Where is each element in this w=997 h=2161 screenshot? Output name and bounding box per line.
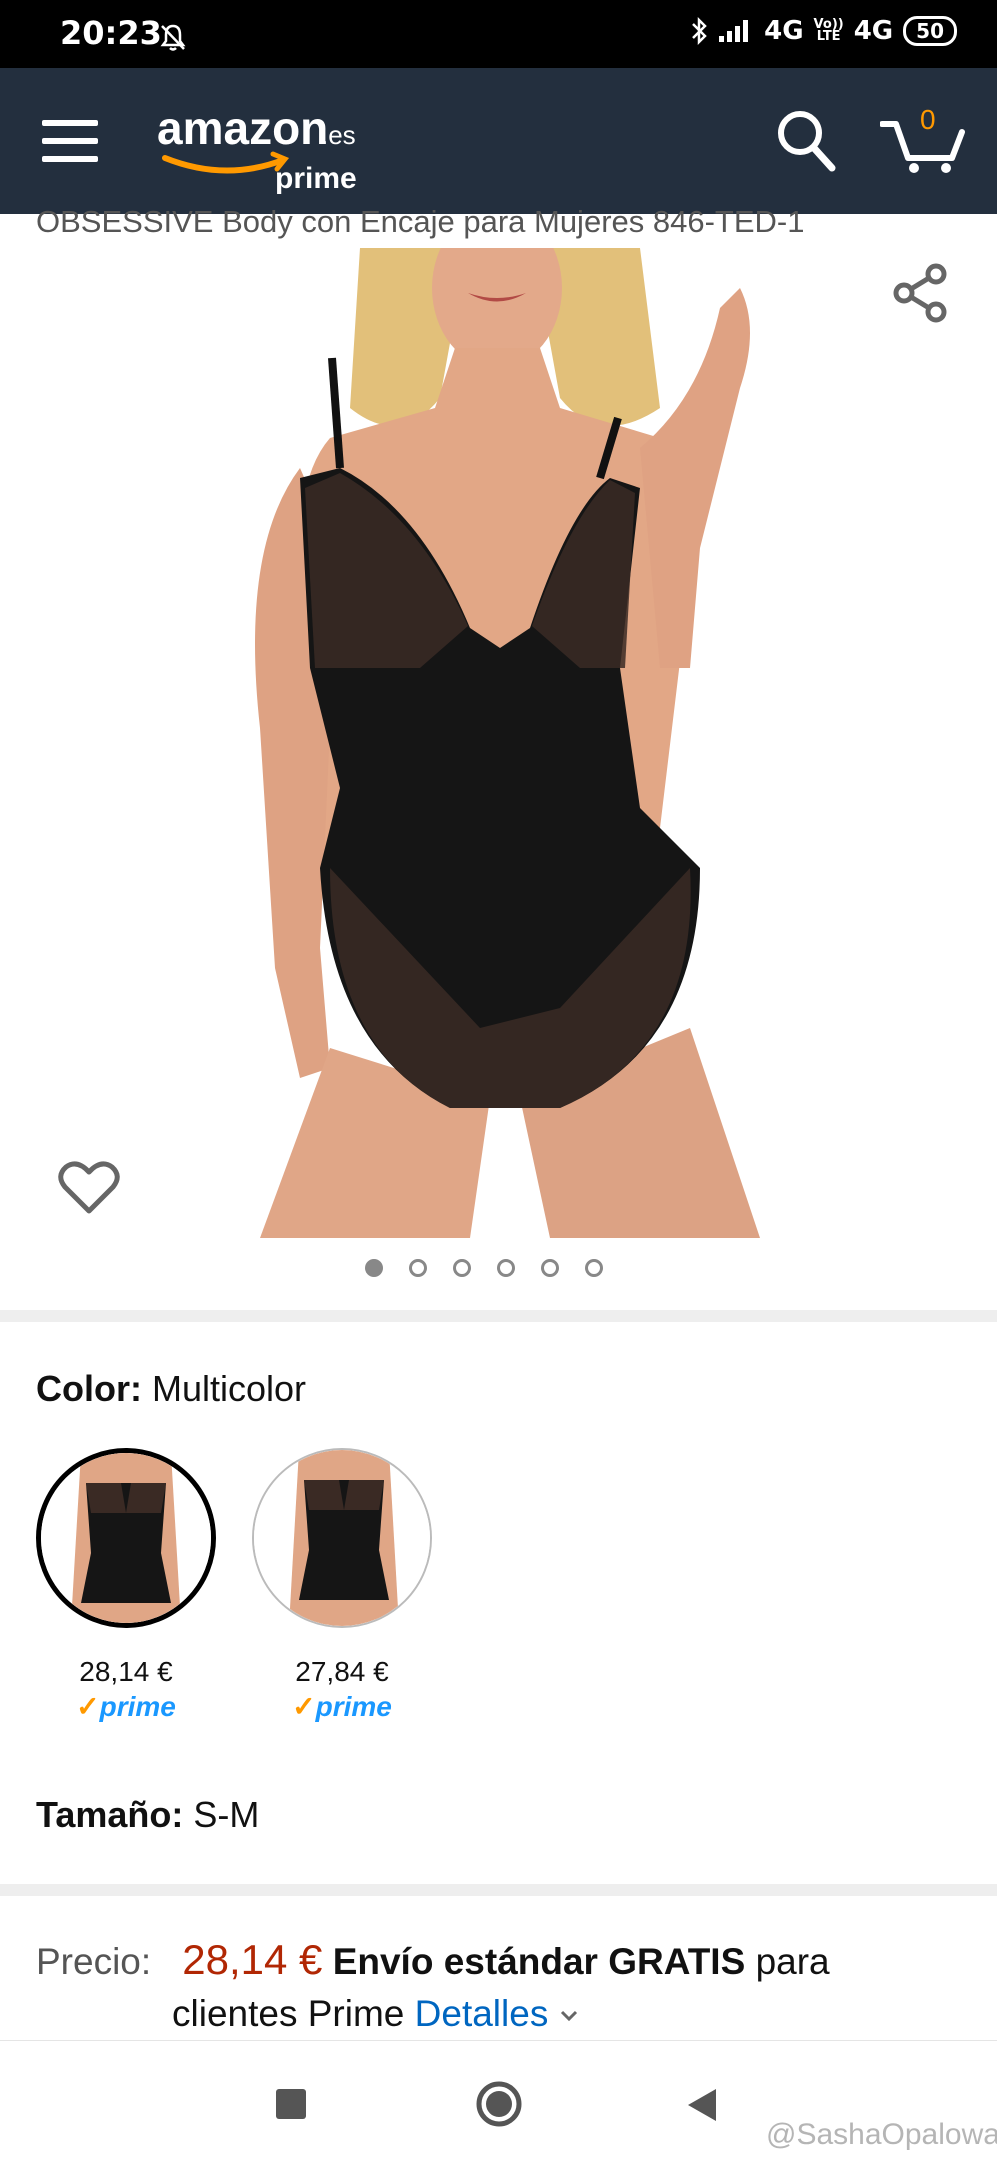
menu-icon[interactable] bbox=[42, 120, 98, 164]
color-label: Color: bbox=[36, 1368, 142, 1409]
search-icon[interactable] bbox=[775, 108, 837, 174]
swatch-1-price: 28,14 € bbox=[79, 1656, 173, 1687]
network-type-1: 4G bbox=[764, 16, 804, 46]
size-label: Tamaño: bbox=[36, 1794, 184, 1835]
logo-sub: prime bbox=[275, 162, 357, 195]
watermark: @SashaOpalowa bbox=[766, 2118, 997, 2151]
details-link[interactable]: Detalles bbox=[415, 1993, 549, 2034]
prime-text: prime bbox=[315, 1691, 392, 1722]
network-type-2: 4G bbox=[853, 16, 894, 46]
carousel-dot[interactable] bbox=[541, 1259, 559, 1277]
price-label: Precio: bbox=[36, 1941, 152, 1982]
section-divider bbox=[0, 1884, 997, 1896]
chevron-down-icon[interactable] bbox=[559, 2009, 579, 2023]
size-value: S-M bbox=[193, 1794, 260, 1835]
swatch-1-prime-badge: ✓prime bbox=[76, 1691, 176, 1722]
logo-text: amazon bbox=[157, 102, 328, 154]
carousel-dot[interactable] bbox=[497, 1259, 515, 1277]
carousel-dot[interactable] bbox=[453, 1259, 471, 1277]
image-carousel-dots[interactable] bbox=[365, 1259, 603, 1277]
swatch-thumbnail bbox=[254, 1450, 430, 1626]
color-swatch-2[interactable] bbox=[252, 1448, 432, 1628]
heart-icon[interactable] bbox=[58, 1158, 120, 1216]
swatch-2-price: 27,84 € bbox=[295, 1656, 389, 1687]
prime-text: prime bbox=[99, 1691, 176, 1722]
color-value: Multicolor bbox=[152, 1368, 307, 1409]
volte-bottom: LTE bbox=[816, 29, 841, 44]
logo-suffix: .es bbox=[321, 120, 356, 150]
section-divider bbox=[0, 1310, 997, 1322]
color-selector-label: Color: Multicolor bbox=[36, 1368, 306, 1410]
price-block: Precio: 28,14 € Envío estándar GRATIS pa… bbox=[36, 1934, 956, 2040]
bluetooth-icon bbox=[692, 16, 707, 46]
carousel-dot[interactable] bbox=[585, 1259, 603, 1277]
price-value: 28,14 € bbox=[182, 1936, 323, 1983]
signal-icon bbox=[719, 20, 749, 42]
swatch-2-prime-badge: ✓prime bbox=[292, 1691, 392, 1722]
status-bar: 20:23 4G Vo)) LTE 4G 50 bbox=[0, 0, 997, 68]
shipping-free: Envío estándar GRATIS bbox=[332, 1941, 746, 1982]
back-button[interactable] bbox=[684, 2085, 720, 2125]
swatch-thumbnail bbox=[41, 1453, 211, 1623]
color-swatch-1[interactable] bbox=[36, 1448, 216, 1628]
clock: 20:23 bbox=[60, 14, 162, 52]
bell-muted-icon bbox=[160, 24, 186, 51]
app-header: amazon .es prime 0 bbox=[0, 68, 997, 214]
volte-indicator: Vo)) LTE bbox=[814, 18, 844, 44]
share-icon[interactable] bbox=[890, 262, 952, 324]
recent-apps-button[interactable] bbox=[276, 2089, 306, 2119]
size-selector[interactable]: Tamaño: S-M bbox=[36, 1794, 259, 1836]
shipping-text-1: para bbox=[755, 1941, 830, 1982]
home-button[interactable] bbox=[474, 2079, 524, 2129]
product-title: OBSESSIVE Body con Encaje para Mujeres 8… bbox=[36, 204, 805, 239]
battery-indicator: 50 bbox=[903, 16, 957, 46]
amazon-prime-logo[interactable]: amazon .es prime bbox=[155, 96, 395, 196]
shipping-text-2: clientes Prime bbox=[172, 1993, 405, 2034]
cart-button[interactable]: 0 bbox=[880, 104, 966, 176]
carousel-dot[interactable] bbox=[409, 1259, 427, 1277]
product-image[interactable] bbox=[0, 248, 997, 1238]
carousel-dot[interactable] bbox=[365, 1259, 383, 1277]
cart-count: 0 bbox=[920, 104, 936, 135]
